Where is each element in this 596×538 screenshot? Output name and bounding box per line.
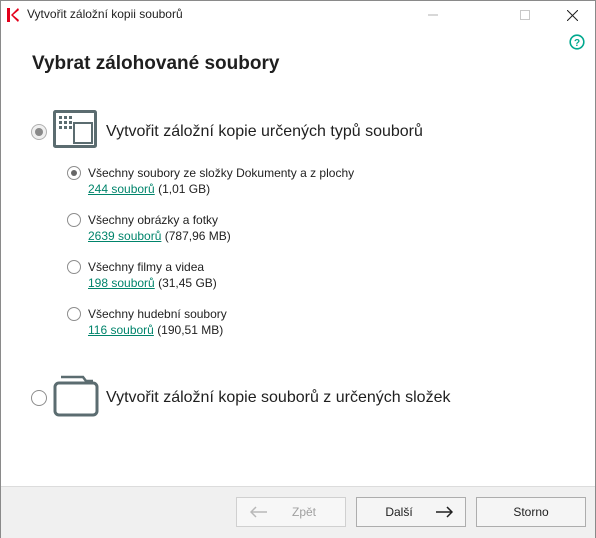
backup-folders-label[interactable]: Vytvořit záložní kopie souborů z určenýc…: [106, 389, 450, 407]
music-size: (190,51 MB): [157, 323, 224, 337]
backup-folders-radio[interactable]: [31, 390, 47, 406]
back-button[interactable]: Zpět: [236, 497, 346, 527]
documents-label[interactable]: Všechny soubory ze složky Dokumenty a z …: [88, 166, 354, 180]
maximize-icon: [520, 10, 530, 20]
documents-count-link[interactable]: 244 souborů: [88, 182, 155, 196]
pictures-size: (787,96 MB): [164, 229, 231, 243]
footer-bar: Zpět Další Storno: [1, 486, 595, 538]
videos-detail: 198 souborů (31,45 GB): [88, 276, 217, 290]
backup-file-types-label[interactable]: Vytvořit záložní kopie určených typů sou…: [106, 123, 423, 141]
minimize-icon: [428, 14, 438, 16]
kaspersky-logo-icon: [7, 8, 19, 22]
close-icon: [566, 9, 578, 21]
videos-count-link[interactable]: 198 souborů: [88, 276, 155, 290]
documents-radio[interactable]: [67, 166, 81, 180]
next-button[interactable]: Další: [356, 497, 466, 527]
back-label: Zpět: [291, 505, 316, 519]
documents-size: (1,01 GB): [158, 182, 211, 196]
help-icon[interactable]: ?: [569, 34, 585, 50]
videos-size: (31,45 GB): [158, 276, 217, 290]
pictures-radio[interactable]: [67, 213, 81, 227]
backup-file-types-radio[interactable]: [31, 124, 47, 140]
arrow-left-icon: [250, 506, 267, 518]
music-count-link[interactable]: 116 souborů: [88, 323, 154, 337]
pictures-detail: 2639 souborů (787,96 MB): [88, 229, 231, 243]
videos-radio[interactable]: [67, 260, 81, 274]
music-detail: 116 souborů (190,51 MB): [88, 323, 223, 337]
pictures-label[interactable]: Všechny obrázky a fotky: [88, 213, 218, 227]
music-radio[interactable]: [67, 307, 81, 321]
arrow-right-icon: [436, 506, 453, 518]
close-button[interactable]: [549, 1, 595, 29]
cancel-label: Storno: [513, 505, 549, 519]
dialog-window: Vytvořit záložní kopii souborů ? Vybrat …: [0, 0, 596, 538]
documents-detail: 244 souborů (1,01 GB): [88, 182, 210, 196]
next-label: Další: [385, 505, 413, 519]
page-title: Vybrat zálohované soubory: [32, 53, 280, 74]
minimize-button[interactable]: [410, 1, 456, 29]
folder-icon: [53, 375, 99, 417]
maximize-button[interactable]: [502, 1, 548, 29]
pictures-count-link[interactable]: 2639 souborů: [88, 229, 161, 243]
window-title: Vytvořit záložní kopii souborů: [27, 7, 183, 21]
title-bar: Vytvořit záložní kopii souborů: [1, 1, 595, 29]
svg-text:?: ?: [574, 38, 580, 49]
videos-label[interactable]: Všechny filmy a videa: [88, 260, 204, 274]
cancel-button[interactable]: Storno: [476, 497, 586, 527]
window-grid-icon: [53, 110, 97, 148]
music-label[interactable]: Všechny hudební soubory: [88, 307, 227, 321]
